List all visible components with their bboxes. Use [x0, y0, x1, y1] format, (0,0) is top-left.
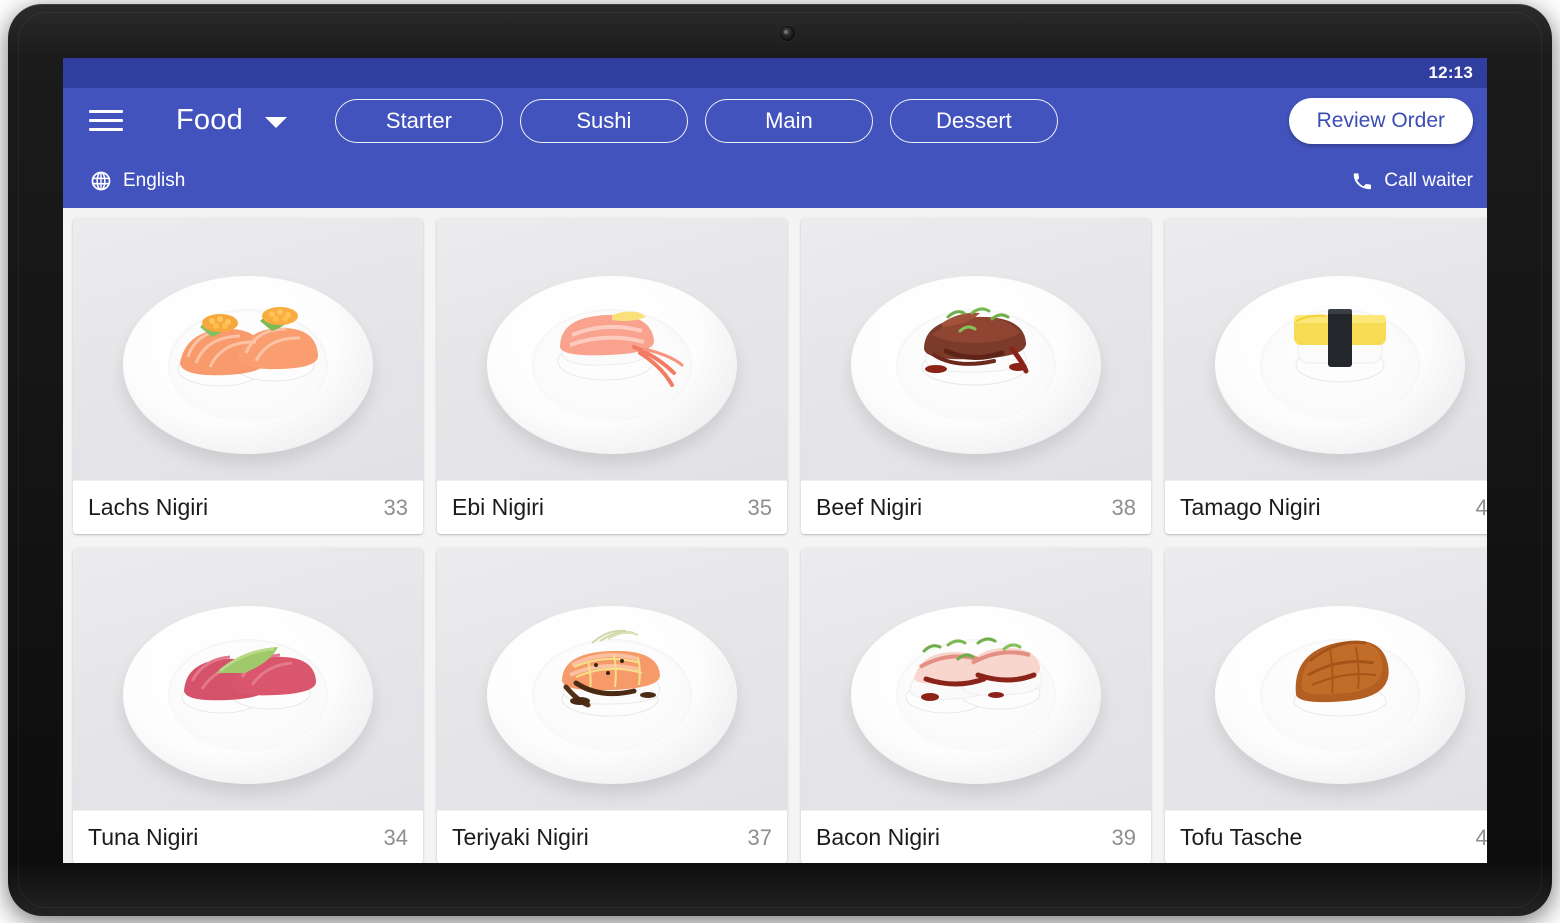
menu-item-grid: Lachs Nigiri 33 Ebi Nigiri 35 Beef Nigir… — [63, 208, 1487, 863]
tab-label: Main — [765, 107, 813, 133]
food-illustration-tamago-nigiri — [1294, 309, 1386, 383]
app-bar-primary-row: Food Starter Sushi Main Dessert Review O… — [63, 88, 1487, 153]
hamburger-line — [89, 119, 123, 122]
menu-item-name: Bacon Nigiri — [816, 824, 940, 850]
app-bar: Food Starter Sushi Main Dessert Review O… — [63, 88, 1487, 208]
hamburger-menu-icon[interactable] — [89, 106, 125, 136]
menu-item-name: Lachs Nigiri — [88, 494, 209, 520]
menu-item-name: Tuna Nigiri — [88, 824, 199, 850]
category-tabs: Starter Sushi Main Dessert — [334, 98, 1058, 143]
menu-card-bacon-nigiri[interactable]: Bacon Nigiri 39 — [801, 548, 1151, 863]
menu-item-price: 35 — [747, 494, 772, 520]
menu-item-image-teriyaki-nigiri — [437, 548, 787, 810]
menu-item-name: Ebi Nigiri — [452, 494, 545, 520]
call-waiter-label: Call waiter — [1384, 169, 1473, 191]
menu-card-label: Ebi Nigiri 35 — [437, 480, 787, 534]
food-illustration-beef-nigiri — [921, 307, 1029, 386]
globe-icon — [91, 171, 111, 190]
menu-card-label: Tofu Tasche 41 — [1165, 810, 1487, 863]
food-illustration-salmon-nigiri — [177, 307, 319, 387]
food-illustration-shrimp-nigiri — [557, 311, 684, 388]
menu-item-name: Tofu Tasche — [1180, 824, 1303, 850]
menu-card-label: Lachs Nigiri 33 — [73, 480, 423, 534]
menu-card-label: Teriyaki Nigiri 37 — [437, 810, 787, 863]
tablet-screen: 12:13 Food Starter Sushi Main Dessert Re… — [63, 58, 1487, 863]
menu-card-label: Tamago Nigiri 40 — [1165, 480, 1487, 534]
menu-card-tamago-nigiri[interactable]: Tamago Nigiri 40 — [1165, 218, 1487, 534]
language-label: English — [123, 169, 186, 191]
menu-card-tuna-nigiri[interactable]: Tuna Nigiri 34 — [73, 548, 423, 863]
menu-item-image-bacon-nigiri — [801, 548, 1151, 810]
camera-dot-icon — [780, 26, 795, 41]
menu-card-label: Beef Nigiri 38 — [801, 480, 1151, 534]
menu-item-image-tuna-nigiri — [73, 548, 423, 810]
menu-item-price: 40 — [1475, 494, 1487, 520]
tab-sushi[interactable]: Sushi — [519, 98, 688, 143]
menu-item-image-tamago-nigiri — [1165, 218, 1487, 480]
status-bar-clock: 12:13 — [1428, 63, 1473, 82]
tab-main[interactable]: Main — [704, 98, 873, 143]
hamburger-line — [89, 110, 123, 113]
menu-item-name: Beef Nigiri — [816, 494, 923, 520]
status-bar: 12:13 — [63, 58, 1487, 88]
call-waiter-button[interactable]: Call waiter — [1351, 170, 1473, 192]
menu-card-tofu-tasche[interactable]: Tofu Tasche 41 — [1165, 548, 1487, 863]
menu-item-name: Teriyaki Nigiri — [452, 824, 589, 850]
menu-item-price: 37 — [747, 824, 772, 850]
menu-card-label: Tuna Nigiri 34 — [73, 810, 423, 863]
menu-item-image-tofu-tasche — [1165, 548, 1487, 810]
menu-item-image-beef-nigiri — [801, 218, 1151, 480]
tab-label: Sushi — [576, 107, 632, 133]
menu-item-name: Tamago Nigiri — [1180, 494, 1321, 520]
menu-title: Food — [176, 104, 243, 136]
food-illustration-tuna-nigiri — [181, 647, 317, 714]
language-selector[interactable]: English — [90, 170, 185, 192]
menu-card-beef-nigiri[interactable]: Beef Nigiri 38 — [801, 218, 1151, 534]
app-bar-secondary-row: English Call waiter — [63, 153, 1487, 208]
food-illustration-bacon-nigiri — [905, 637, 1043, 714]
tab-label: Dessert — [936, 107, 1012, 133]
food-illustration-tofu-pocket — [1293, 640, 1389, 717]
menu-card-lachs-nigiri[interactable]: Lachs Nigiri 33 — [73, 218, 423, 534]
review-order-button[interactable]: Review Order — [1288, 97, 1473, 144]
menu-card-teriyaki-nigiri[interactable]: Teriyaki Nigiri 37 — [437, 548, 787, 863]
tab-label: Starter — [385, 107, 452, 133]
menu-card-ebi-nigiri[interactable]: Ebi Nigiri 35 — [437, 218, 787, 534]
menu-category-dropdown[interactable]: Food — [176, 104, 287, 137]
review-order-label: Review Order — [1316, 108, 1445, 132]
hamburger-line — [89, 128, 123, 131]
menu-item-price: 41 — [1475, 824, 1487, 850]
food-illustration-teriyaki-nigiri — [561, 630, 661, 717]
phone-icon — [1354, 172, 1372, 189]
chevron-down-icon — [264, 117, 287, 128]
menu-item-price: 38 — [1111, 494, 1136, 520]
menu-item-price: 33 — [383, 494, 408, 520]
menu-item-image-lachs-nigiri — [73, 218, 423, 480]
menu-item-price: 34 — [383, 824, 408, 850]
menu-item-image-ebi-nigiri — [437, 218, 787, 480]
tab-starter[interactable]: Starter — [334, 98, 503, 143]
tab-dessert[interactable]: Dessert — [889, 98, 1058, 143]
menu-item-price: 39 — [1111, 824, 1136, 850]
menu-card-label: Bacon Nigiri 39 — [801, 810, 1151, 863]
